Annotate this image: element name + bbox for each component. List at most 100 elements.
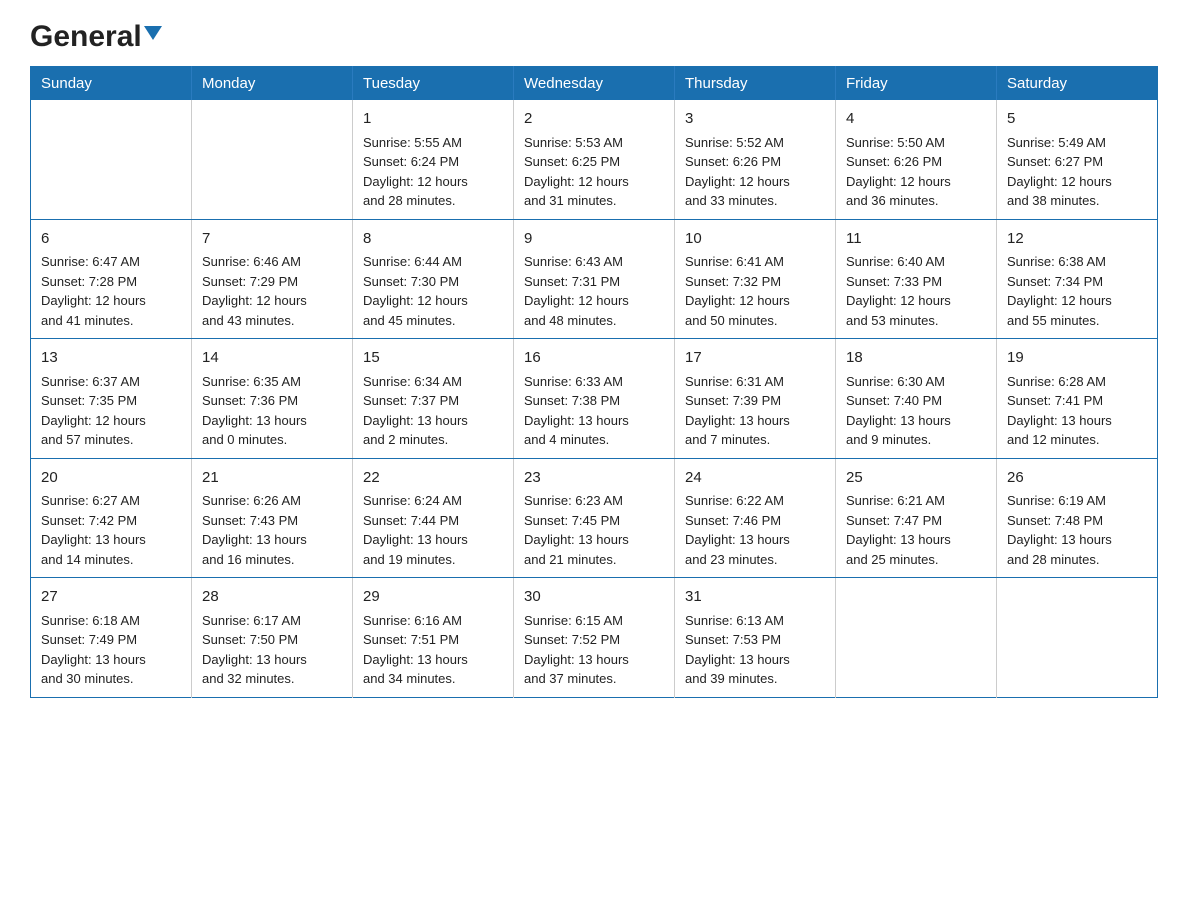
calendar-cell: 28Sunrise: 6:17 AMSunset: 7:50 PMDayligh…	[192, 578, 353, 698]
day-number: 5	[1007, 108, 1147, 131]
day-info-text: Sunrise: 6:15 AM	[524, 611, 664, 631]
calendar-cell: 30Sunrise: 6:15 AMSunset: 7:52 PMDayligh…	[514, 578, 675, 698]
day-info-text: Daylight: 12 hours	[524, 291, 664, 311]
calendar-cell: 25Sunrise: 6:21 AMSunset: 7:47 PMDayligh…	[836, 458, 997, 578]
day-info-text: and 43 minutes.	[202, 311, 342, 331]
calendar-cell: 16Sunrise: 6:33 AMSunset: 7:38 PMDayligh…	[514, 339, 675, 459]
day-info-text: Sunset: 7:32 PM	[685, 272, 825, 292]
day-info-text: Daylight: 13 hours	[202, 530, 342, 550]
day-info-text: Daylight: 13 hours	[685, 650, 825, 670]
day-number: 6	[41, 228, 181, 251]
calendar-cell	[997, 578, 1158, 698]
day-number: 13	[41, 347, 181, 370]
calendar-cell	[192, 100, 353, 219]
calendar-cell: 23Sunrise: 6:23 AMSunset: 7:45 PMDayligh…	[514, 458, 675, 578]
weekday-header-friday: Friday	[836, 67, 997, 101]
day-info-text: and 45 minutes.	[363, 311, 503, 331]
day-info-text: Daylight: 13 hours	[202, 411, 342, 431]
day-info-text: Daylight: 13 hours	[846, 411, 986, 431]
day-info-text: and 33 minutes.	[685, 191, 825, 211]
day-info-text: Sunset: 7:33 PM	[846, 272, 986, 292]
calendar-cell: 13Sunrise: 6:37 AMSunset: 7:35 PMDayligh…	[31, 339, 192, 459]
day-number: 10	[685, 228, 825, 251]
day-info-text: Sunset: 7:44 PM	[363, 511, 503, 531]
calendar-table: SundayMondayTuesdayWednesdayThursdayFrid…	[30, 66, 1158, 698]
day-info-text: Daylight: 12 hours	[363, 172, 503, 192]
day-info-text: and 39 minutes.	[685, 669, 825, 689]
day-info-text: Daylight: 13 hours	[524, 530, 664, 550]
day-number: 28	[202, 586, 342, 609]
day-info-text: Sunrise: 5:55 AM	[363, 133, 503, 153]
calendar-cell	[836, 578, 997, 698]
day-number: 15	[363, 347, 503, 370]
day-info-text: Daylight: 13 hours	[363, 411, 503, 431]
day-info-text: Sunset: 7:49 PM	[41, 630, 181, 650]
day-info-text: and 16 minutes.	[202, 550, 342, 570]
day-info-text: Sunset: 7:42 PM	[41, 511, 181, 531]
day-info-text: Daylight: 12 hours	[202, 291, 342, 311]
calendar-cell	[31, 100, 192, 219]
day-info-text: Sunset: 7:29 PM	[202, 272, 342, 292]
weekday-header-saturday: Saturday	[997, 67, 1158, 101]
day-info-text: Daylight: 12 hours	[846, 291, 986, 311]
day-info-text: Sunrise: 6:23 AM	[524, 491, 664, 511]
calendar-cell: 14Sunrise: 6:35 AMSunset: 7:36 PMDayligh…	[192, 339, 353, 459]
day-info-text: Daylight: 12 hours	[41, 411, 181, 431]
weekday-header-tuesday: Tuesday	[353, 67, 514, 101]
day-info-text: Sunset: 6:26 PM	[846, 152, 986, 172]
calendar-cell: 3Sunrise: 5:52 AMSunset: 6:26 PMDaylight…	[675, 100, 836, 219]
calendar-cell: 2Sunrise: 5:53 AMSunset: 6:25 PMDaylight…	[514, 100, 675, 219]
day-info-text: Sunrise: 6:47 AM	[41, 252, 181, 272]
day-info-text: and 55 minutes.	[1007, 311, 1147, 331]
day-info-text: and 2 minutes.	[363, 430, 503, 450]
day-info-text: Sunrise: 6:30 AM	[846, 372, 986, 392]
day-info-text: Sunset: 6:25 PM	[524, 152, 664, 172]
calendar-cell: 12Sunrise: 6:38 AMSunset: 7:34 PMDayligh…	[997, 219, 1158, 339]
day-number: 22	[363, 467, 503, 490]
calendar-cell: 31Sunrise: 6:13 AMSunset: 7:53 PMDayligh…	[675, 578, 836, 698]
day-info-text: and 38 minutes.	[1007, 191, 1147, 211]
calendar-cell: 11Sunrise: 6:40 AMSunset: 7:33 PMDayligh…	[836, 219, 997, 339]
day-info-text: and 30 minutes.	[41, 669, 181, 689]
day-number: 12	[1007, 228, 1147, 251]
day-number: 27	[41, 586, 181, 609]
day-info-text: Sunrise: 5:50 AM	[846, 133, 986, 153]
calendar-week-row: 20Sunrise: 6:27 AMSunset: 7:42 PMDayligh…	[31, 458, 1158, 578]
weekday-header-row: SundayMondayTuesdayWednesdayThursdayFrid…	[31, 67, 1158, 101]
day-info-text: Daylight: 12 hours	[524, 172, 664, 192]
day-info-text: and 23 minutes.	[685, 550, 825, 570]
day-number: 2	[524, 108, 664, 131]
calendar-cell: 18Sunrise: 6:30 AMSunset: 7:40 PMDayligh…	[836, 339, 997, 459]
calendar-cell: 5Sunrise: 5:49 AMSunset: 6:27 PMDaylight…	[997, 100, 1158, 219]
calendar-cell: 27Sunrise: 6:18 AMSunset: 7:49 PMDayligh…	[31, 578, 192, 698]
day-info-text: and 36 minutes.	[846, 191, 986, 211]
day-info-text: Sunrise: 6:21 AM	[846, 491, 986, 511]
day-info-text: Sunrise: 6:33 AM	[524, 372, 664, 392]
day-number: 3	[685, 108, 825, 131]
day-number: 21	[202, 467, 342, 490]
day-number: 9	[524, 228, 664, 251]
day-number: 31	[685, 586, 825, 609]
day-info-text: Sunset: 7:37 PM	[363, 391, 503, 411]
day-info-text: Sunrise: 6:13 AM	[685, 611, 825, 631]
day-info-text: Daylight: 13 hours	[41, 650, 181, 670]
calendar-cell: 8Sunrise: 6:44 AMSunset: 7:30 PMDaylight…	[353, 219, 514, 339]
calendar-cell: 22Sunrise: 6:24 AMSunset: 7:44 PMDayligh…	[353, 458, 514, 578]
day-info-text: Sunrise: 6:26 AM	[202, 491, 342, 511]
day-info-text: Sunrise: 6:31 AM	[685, 372, 825, 392]
day-info-text: Sunrise: 6:17 AM	[202, 611, 342, 631]
day-info-text: and 28 minutes.	[363, 191, 503, 211]
calendar-cell: 21Sunrise: 6:26 AMSunset: 7:43 PMDayligh…	[192, 458, 353, 578]
day-info-text: Daylight: 13 hours	[524, 411, 664, 431]
day-info-text: and 48 minutes.	[524, 311, 664, 331]
day-number: 14	[202, 347, 342, 370]
calendar-week-row: 1Sunrise: 5:55 AMSunset: 6:24 PMDaylight…	[31, 100, 1158, 219]
day-info-text: and 41 minutes.	[41, 311, 181, 331]
day-info-text: and 37 minutes.	[524, 669, 664, 689]
day-number: 4	[846, 108, 986, 131]
day-info-text: Sunset: 7:46 PM	[685, 511, 825, 531]
day-info-text: and 21 minutes.	[524, 550, 664, 570]
day-info-text: and 53 minutes.	[846, 311, 986, 331]
day-info-text: Daylight: 12 hours	[41, 291, 181, 311]
day-number: 17	[685, 347, 825, 370]
